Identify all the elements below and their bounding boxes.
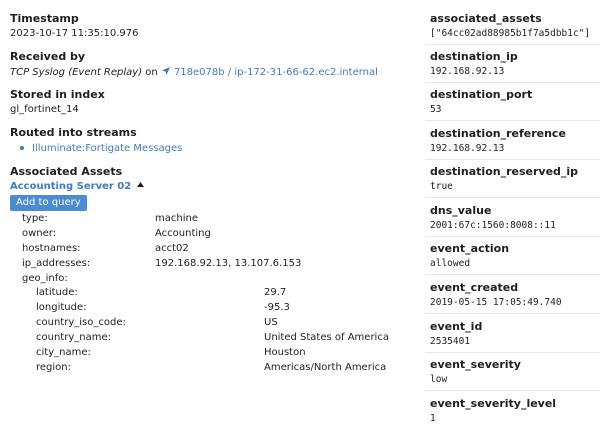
geo-field-value: US — [264, 317, 278, 328]
asset-field-value: 192.168.92.13, 13.107.6.153 — [155, 258, 302, 269]
field-label: event_id — [430, 320, 483, 333]
field-label: event_action — [430, 242, 510, 255]
geo-field-value: 29.7 — [264, 287, 287, 298]
geo-field-value: United States of America — [264, 332, 389, 343]
asset-field-value: acct02 — [155, 243, 189, 254]
asset-field-key: ip_addresses: — [22, 258, 91, 269]
routed-streams-label: Routed into streams — [10, 126, 137, 139]
field-label: destination_reserved_ip — [430, 165, 579, 178]
asset-name: Accounting Server 02 — [10, 181, 132, 192]
caret-up-icon — [136, 182, 144, 187]
divider — [425, 159, 600, 160]
field-value: ["64cc02ad88985b1f7a5dbb1c"] — [430, 28, 591, 39]
field-value: low — [430, 374, 448, 385]
associated-assets-label: Associated Assets — [10, 165, 123, 178]
send-icon — [161, 67, 170, 75]
node-link[interactable]: 718e078b / ip-172-31-66-62.ec2.internal — [161, 67, 378, 78]
divider — [425, 313, 600, 314]
asset-field-key: hostnames: — [22, 243, 81, 254]
field-value: 1 — [430, 413, 436, 424]
geo-field-key: country_name: — [36, 332, 111, 343]
geo-field-value: Houston — [264, 347, 306, 358]
received-on-text: on — [142, 67, 161, 78]
geo-field-key: country_iso_code: — [36, 317, 126, 328]
asset-field-key: type: — [22, 213, 48, 224]
field-value: 2535401 — [430, 336, 471, 347]
geo-field-value: -95.3 — [264, 302, 290, 313]
field-value: 192.168.92.13 — [430, 143, 505, 154]
field-label: event_created — [430, 281, 519, 294]
stored-in-index-value: gl_fortinet_14 — [10, 104, 79, 115]
divider — [425, 390, 600, 391]
field-value: 192.168.92.13 — [430, 66, 505, 77]
field-value: 2001:67c:1560:8008::11 — [430, 220, 556, 231]
geo-field-key: latitude: — [36, 287, 78, 298]
divider — [425, 274, 600, 275]
asset-field-value: machine — [155, 213, 198, 224]
add-to-query-button[interactable]: Add to query — [10, 195, 87, 211]
geo-field-key: region: — [36, 362, 71, 373]
timestamp-label: Timestamp — [10, 12, 79, 25]
field-value: 53 — [430, 104, 442, 115]
geo-field-key: city_name: — [36, 347, 91, 358]
field-label: destination_ip — [430, 50, 518, 63]
field-label: event_severity_level — [430, 397, 557, 410]
received-source: TCP Syslog (Event Replay) — [10, 67, 143, 78]
stream-list-item: Illuminate:Fortigate Messages — [20, 143, 182, 154]
field-value: true — [430, 181, 453, 192]
divider — [425, 44, 600, 45]
field-label: associated_assets — [430, 12, 542, 25]
stream-link[interactable]: Illuminate:Fortigate Messages — [32, 143, 182, 154]
node-link-text: 718e078b / ip-172-31-66-62.ec2.internal — [173, 67, 378, 78]
field-value: allowed — [430, 258, 471, 269]
geo-field-key: longitude: — [36, 302, 87, 313]
asset-field-value: Accounting — [155, 228, 211, 239]
received-by-row: TCP Syslog (Event Replay) on 718e078b / … — [10, 66, 378, 78]
field-label: destination_reference — [430, 127, 566, 140]
timestamp-value: 2023-10-17 11:35:10.976 — [10, 28, 139, 39]
divider — [425, 236, 600, 237]
asset-field-key: owner: — [22, 228, 57, 239]
field-label: dns_value — [430, 204, 492, 217]
asset-field-key: geo_info: — [22, 273, 68, 284]
stored-in-index-label: Stored in index — [10, 88, 105, 101]
divider — [425, 352, 600, 353]
bullet-icon — [20, 146, 24, 150]
divider — [425, 82, 600, 83]
field-label: event_severity — [430, 358, 521, 371]
divider — [425, 120, 600, 121]
geo-field-value: Americas/North America — [264, 362, 387, 373]
asset-toggle[interactable]: Accounting Server 02 — [10, 181, 144, 192]
field-value: 2019-05-15 17:05:49.740 — [430, 297, 562, 308]
field-label: destination_port — [430, 88, 533, 101]
divider — [425, 197, 600, 198]
received-by-label: Received by — [10, 50, 86, 63]
